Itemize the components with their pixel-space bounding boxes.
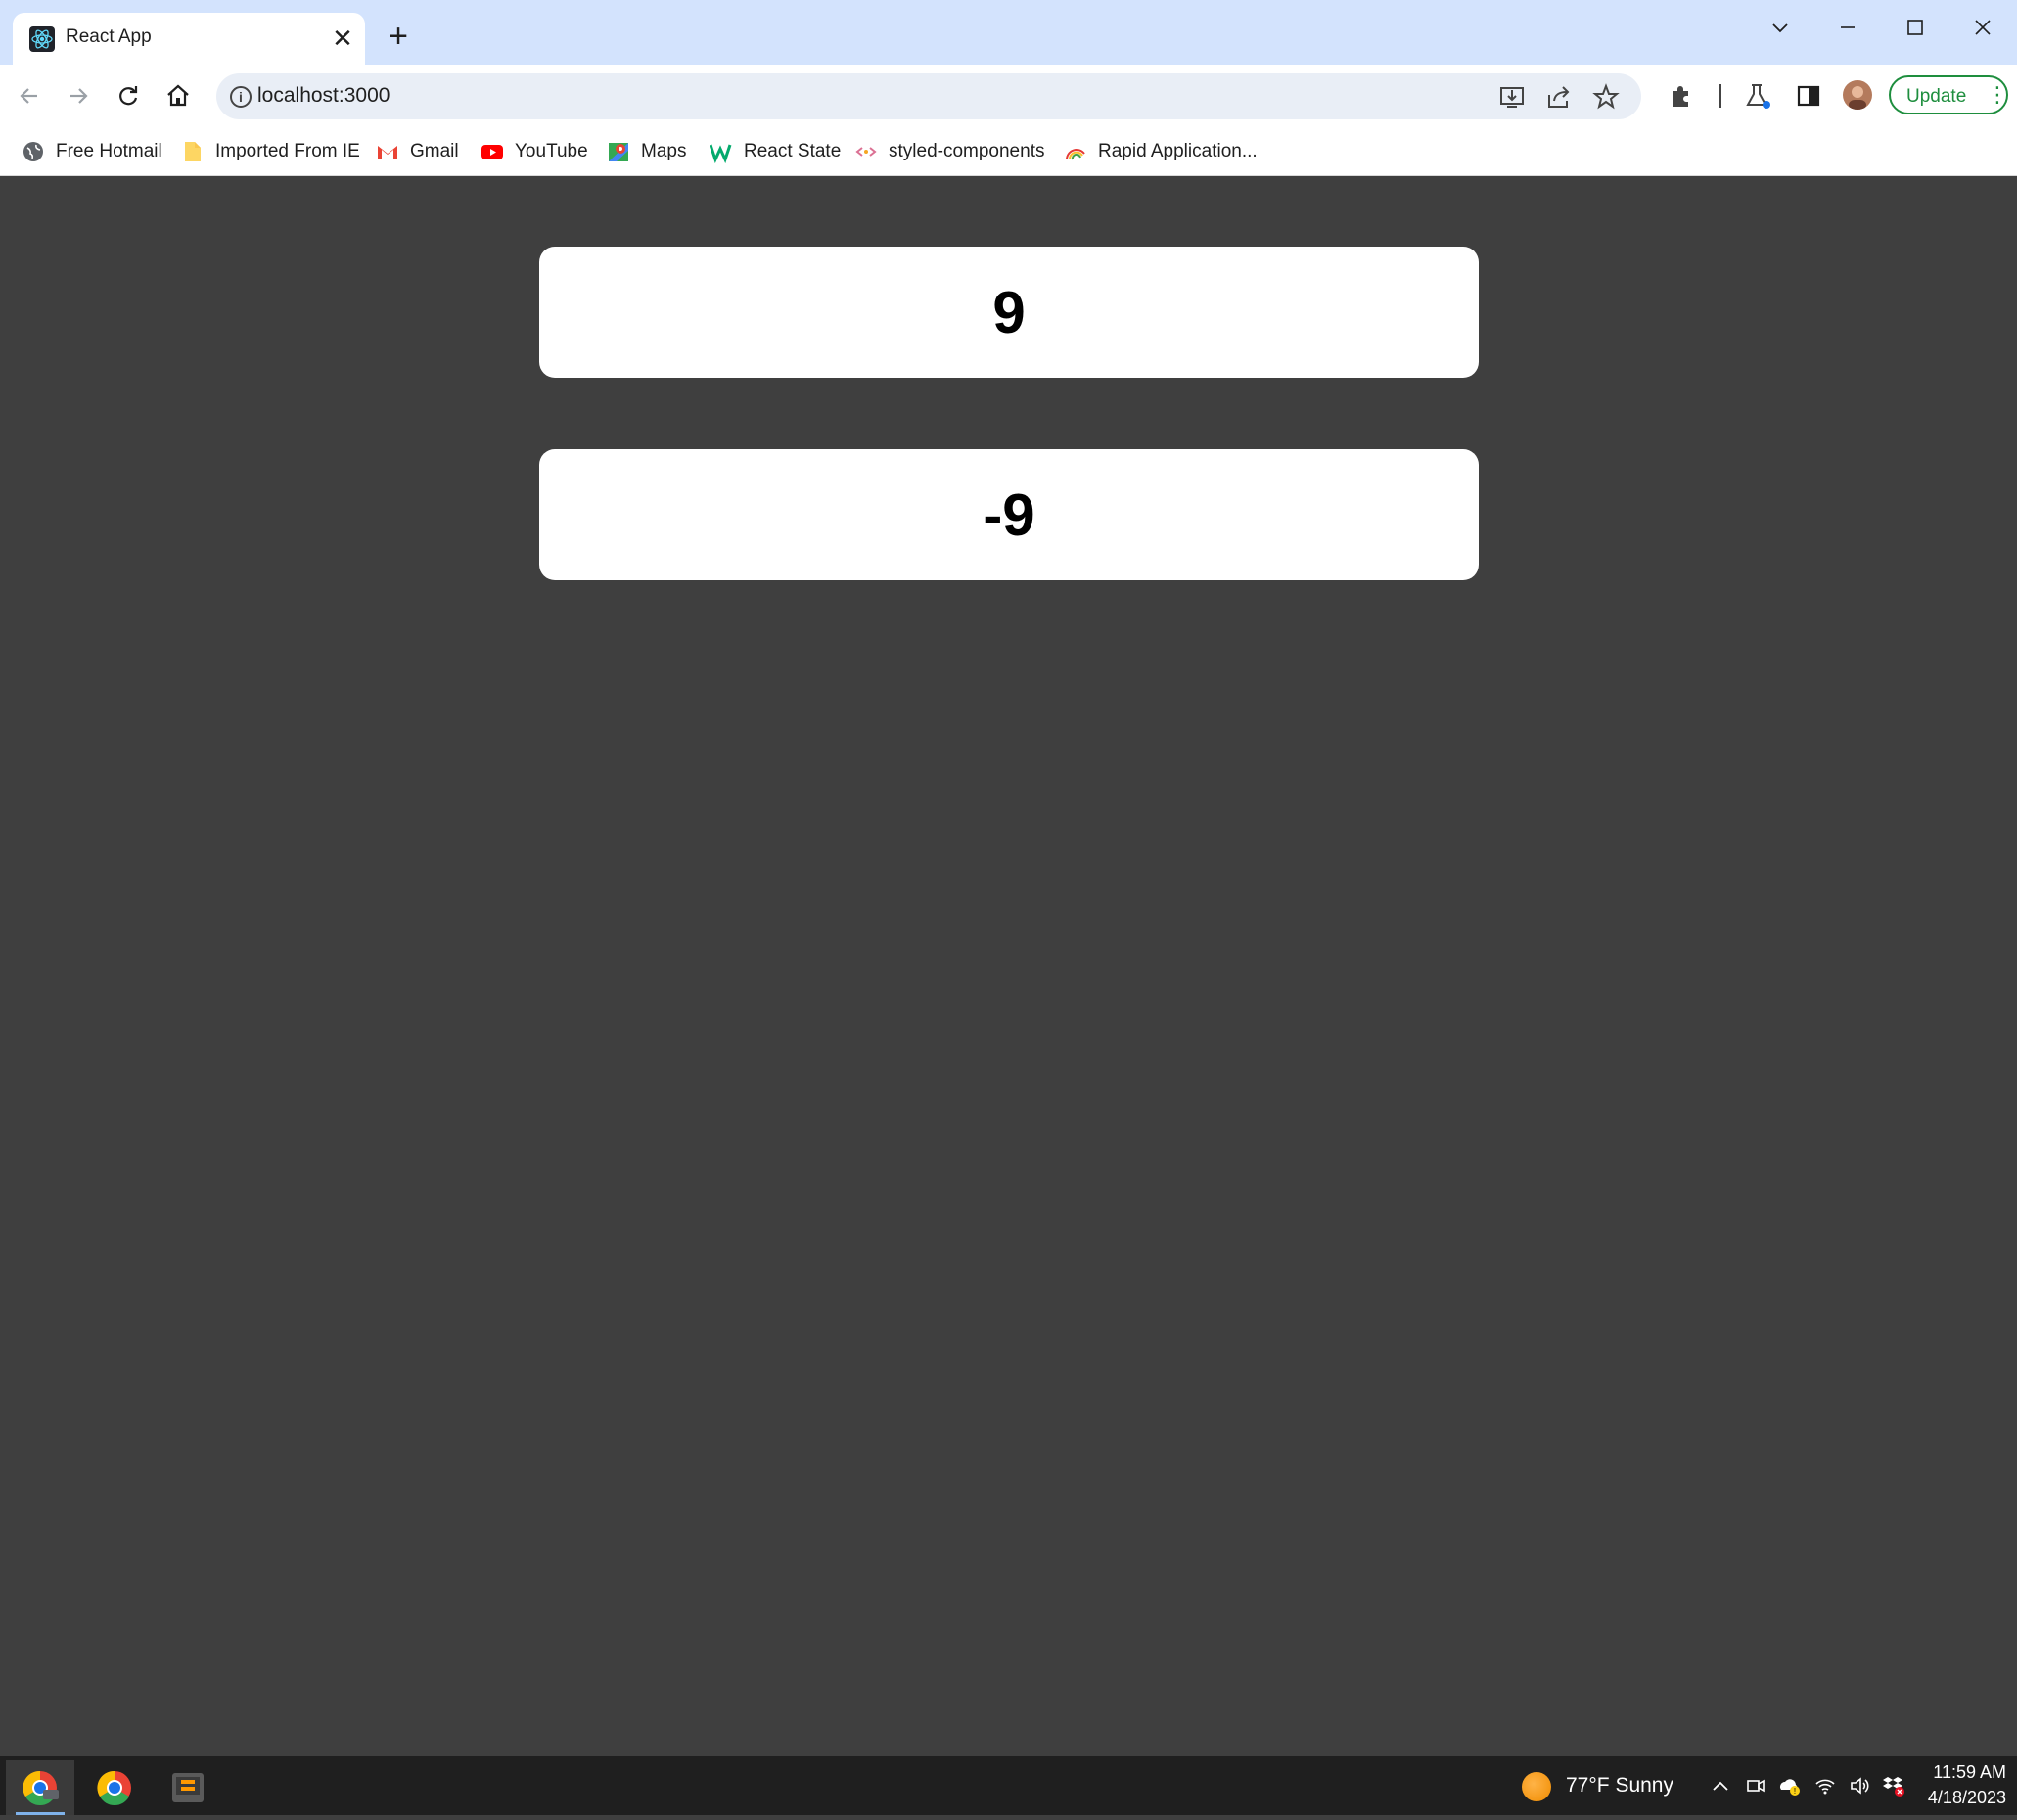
sublime-text-taskbar-icon[interactable] [154,1760,222,1815]
clock-date[interactable]: 4/18/2023 [1920,1788,2006,1808]
meet-camera-icon[interactable] [1744,1774,1767,1797]
bookmark-label: Imported From IE [215,141,360,161]
labs-flask-icon[interactable] [1742,80,1773,112]
reload-icon[interactable] [113,80,144,112]
bookmark-label: YouTube [515,141,588,161]
browser-toolbar: i localhost:3000 Update ⋮ [0,65,2017,128]
clock-time[interactable]: 11:59 AM [1928,1762,2006,1783]
svg-text:!: ! [1794,1787,1796,1796]
forward-arrow-icon[interactable] [63,80,94,112]
styled-components-icon [854,140,878,163]
folder-icon [181,140,205,163]
install-app-icon[interactable] [1498,83,1526,111]
negated-counter-value: -9 [983,481,1035,548]
tab-react-app[interactable]: React App ✕ [13,13,365,65]
rainbow-icon [1064,140,1087,163]
update-button[interactable]: Update ⋮ [1889,75,2008,114]
youtube-icon [481,140,504,163]
address-url[interactable]: localhost:3000 [257,84,390,108]
minimize-icon[interactable] [1824,8,1871,47]
weather-sun-icon[interactable] [1522,1772,1551,1801]
bookmark-label: Free Hotmail [56,141,162,161]
volume-icon[interactable] [1848,1774,1871,1797]
tab-title: React App [66,26,152,47]
address-bar[interactable]: i localhost:3000 [216,73,1641,119]
counter-value: 9 [992,279,1026,345]
share-icon[interactable] [1545,83,1573,111]
weather-temp: 77°F [1566,1774,1610,1797]
bookmark-label: Gmail [410,141,459,161]
maps-icon [607,140,630,163]
react-favicon-icon [29,26,55,52]
weather-temperature[interactable]: 77°F Sunny [1566,1774,1673,1797]
bookmark-star-icon[interactable] [1592,83,1620,111]
side-panel-icon[interactable] [1793,80,1824,112]
onedrive-warning-icon[interactable]: ! [1777,1774,1801,1797]
chevron-up-icon[interactable] [1709,1774,1732,1797]
weather-condition: Sunny [1615,1774,1673,1797]
globe-icon [22,140,45,163]
chrome-taskbar-icon[interactable] [80,1760,149,1815]
bookmark-label: styled-components [889,141,1045,161]
tab-search-chevron-icon[interactable] [1757,8,1804,47]
bookmark-label: Maps [641,141,687,161]
back-arrow-icon[interactable] [14,80,45,112]
wifi-icon[interactable] [1813,1774,1837,1797]
tab-close-icon[interactable]: ✕ [329,24,356,52]
gmail-icon [376,140,399,163]
site-info-icon[interactable]: i [230,86,252,108]
new-tab-button[interactable]: + [382,20,415,55]
browser-titlebar: React App ✕ + [0,0,2017,65]
extensions-puzzle-icon[interactable] [1666,80,1697,112]
update-button-label: Update [1906,86,1967,107]
w3-icon [709,140,733,164]
bookmark-label: Rapid Application... [1098,141,1258,161]
bookmarks-bar: Free Hotmail Imported From IE Gmail YouT… [0,128,2017,176]
chrome-dev-taskbar-icon[interactable] [6,1760,74,1815]
profile-avatar[interactable] [1843,80,1872,110]
counter-card: 9 [539,247,1479,378]
maximize-icon[interactable] [1892,8,1939,47]
bookmark-label: React State [744,141,842,161]
toolbar-separator [1719,84,1721,108]
dropbox-icon[interactable] [1882,1774,1905,1797]
windows-taskbar: 77°F Sunny ! 11:59 AM 4/18/2023 [0,1756,2017,1815]
home-icon[interactable] [162,80,194,112]
negated-counter-card: -9 [539,449,1479,580]
close-window-icon[interactable] [1959,8,2006,47]
more-menu-icon[interactable]: ⋮ [1987,83,2008,107]
